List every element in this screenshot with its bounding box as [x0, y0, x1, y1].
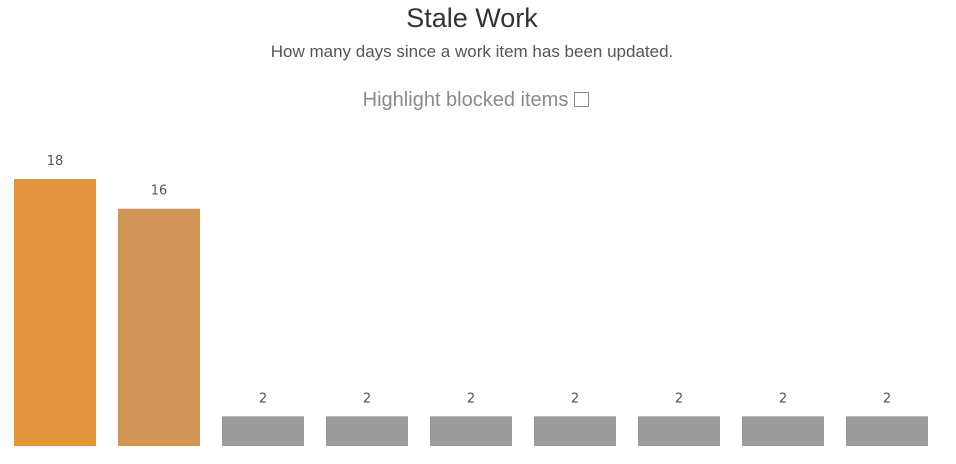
- highlight-blocked-label: Highlight blocked items: [362, 89, 569, 111]
- bar-value-label-7: 2: [675, 391, 683, 406]
- bar-value-label-2: 16: [151, 184, 168, 199]
- bar-value-label-1: 18: [47, 154, 64, 169]
- stale-work-panel: 18 16 2 2 2 2 2 2 2 Stale Work How many days sin…: [0, 0, 956, 464]
- bar-4[interactable]: [326, 416, 408, 446]
- bar-3[interactable]: [222, 416, 304, 446]
- bar-1[interactable]: [14, 179, 96, 446]
- chart-subtitle: How many days since a work item has been…: [270, 42, 674, 61]
- bars-layer: 18 16 2 2 2 2 2 2 2: [14, 154, 928, 446]
- bar-value-label-5: 2: [467, 391, 475, 406]
- bar-chart: 18 16 2 2 2 2 2 2 2: [14, 154, 928, 446]
- bar-value-label-4: 2: [363, 391, 371, 406]
- bar-9[interactable]: [846, 416, 928, 446]
- bar-value-label-8: 2: [779, 391, 787, 406]
- bar-6[interactable]: [534, 416, 616, 446]
- bar-5[interactable]: [430, 416, 512, 446]
- chart-title: Stale Work: [406, 3, 538, 33]
- bar-value-label-6: 2: [571, 391, 579, 406]
- bar-8[interactable]: [742, 416, 824, 446]
- checkbox-icon[interactable]: [574, 92, 590, 107]
- highlight-blocked-toggle[interactable]: Highlight blocked items: [0, 87, 952, 113]
- bar-value-label-9: 2: [883, 391, 891, 406]
- bar-7[interactable]: [638, 416, 720, 446]
- bar-2[interactable]: [118, 208, 200, 446]
- bar-value-label-3: 2: [259, 391, 267, 406]
